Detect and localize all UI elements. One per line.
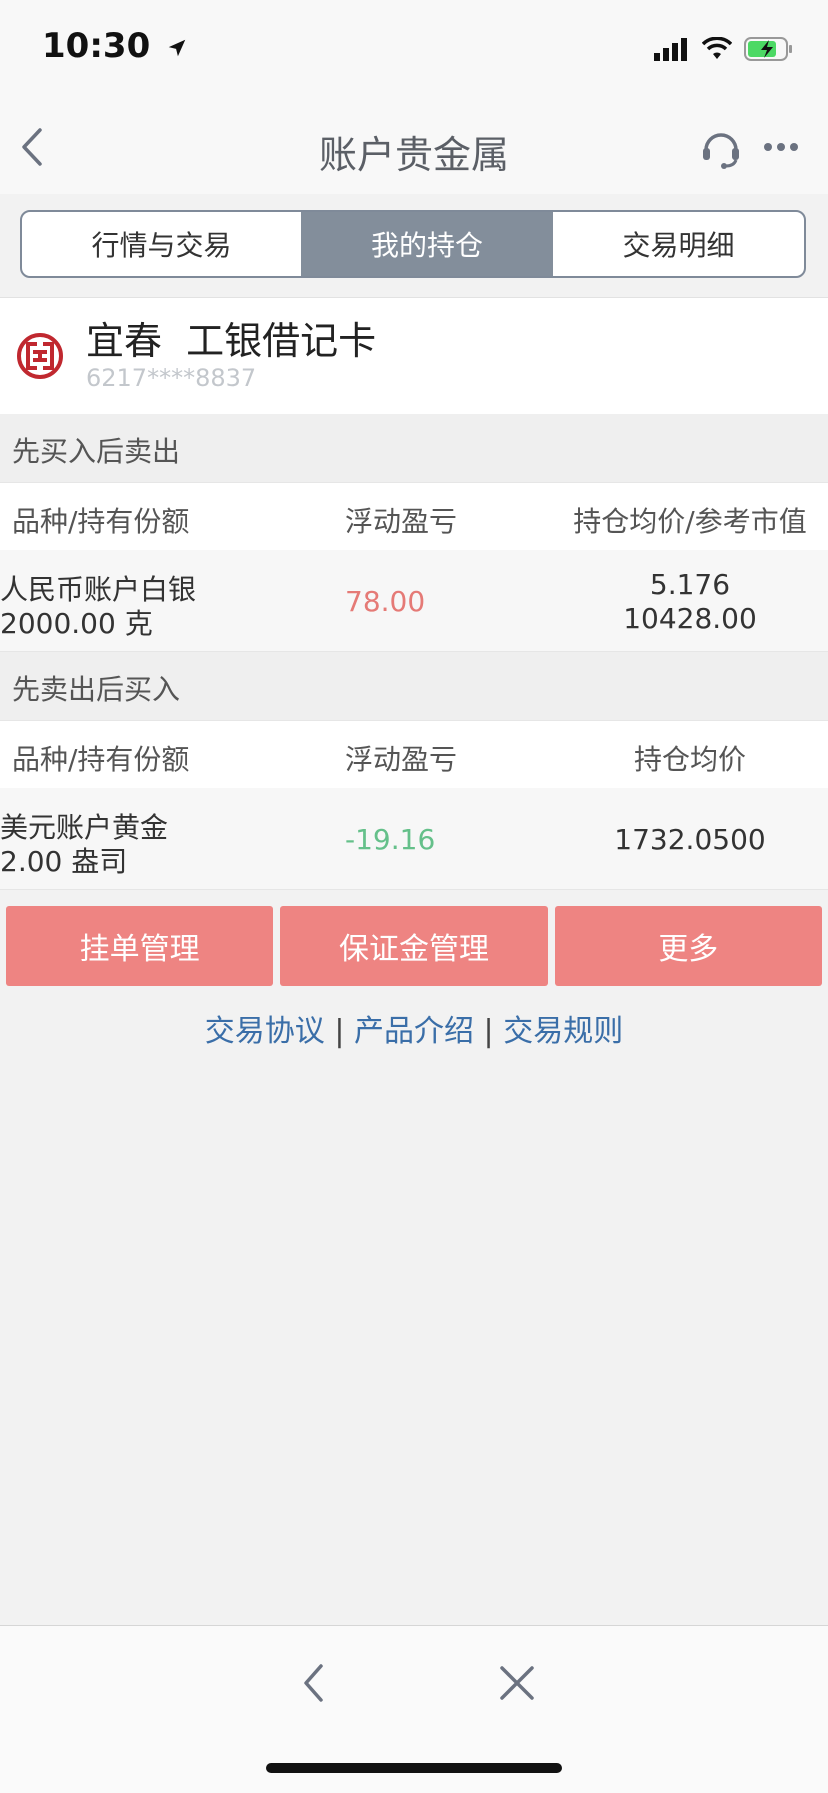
header-avg-price: 持仓均价 xyxy=(633,743,746,776)
floating-pnl: -19.16 xyxy=(345,823,436,856)
segmented-tabs: 行情与交易 我的持仓 交易明细 xyxy=(20,210,806,278)
trade-rules-link[interactable]: 交易规则 xyxy=(503,1014,623,1049)
header-product: 品种/持有份额 xyxy=(12,505,190,538)
floating-pnl: 78.00 xyxy=(345,585,426,618)
section-title-text: 先买入后卖出 xyxy=(12,435,181,468)
table-header-short: 品种/持有份额 浮动盈亏 持仓均价 xyxy=(0,720,828,789)
section-title-short: 先卖出后买入 xyxy=(0,652,828,720)
pending-order-button[interactable]: 挂单管理 xyxy=(6,906,274,986)
home-indicator[interactable] xyxy=(266,1763,562,1773)
section-title-long: 先买入后卖出 xyxy=(0,414,828,482)
tab-my-positions[interactable]: 我的持仓 xyxy=(301,212,553,276)
action-buttons: 挂单管理 保证金管理 更多 xyxy=(6,906,822,986)
nav-bar: 账户贵金属 xyxy=(0,100,828,195)
location-arrow-icon xyxy=(168,39,186,56)
holding-amount: 2.00 盎司 xyxy=(0,845,128,878)
market-value: 10428.00 xyxy=(623,602,757,635)
holding-amount: 2000.00 克 xyxy=(0,607,153,640)
wifi-icon xyxy=(702,37,732,59)
more-button[interactable]: 更多 xyxy=(554,906,822,986)
link-separator: | xyxy=(483,1014,494,1049)
tab-market-trading[interactable]: 行情与交易 xyxy=(22,212,301,276)
header-avg-market: 持仓均价/参考市值 xyxy=(573,505,807,538)
account-name: 宜春 工银借记卡 xyxy=(86,319,377,363)
tab-bar-container: 行情与交易 我的持仓 交易明细 xyxy=(0,194,828,297)
status-time: 10:30 xyxy=(42,26,188,66)
more-icon[interactable] xyxy=(756,122,806,172)
table-header-long: 品种/持有份额 浮动盈亏 持仓均价/参考市值 xyxy=(0,482,828,551)
customer-service-headset-icon[interactable] xyxy=(696,122,746,172)
table-row[interactable]: 人民币账户白银 2000.00 克 78.00 5.176 10428.00 xyxy=(0,550,828,652)
avg-price: 1732.0500 xyxy=(614,823,766,856)
icbc-bank-logo-icon xyxy=(17,333,63,379)
header-pnl: 浮动盈亏 xyxy=(345,743,458,776)
section-title-text: 先卖出后买入 xyxy=(12,673,181,706)
back-icon[interactable] xyxy=(288,1656,342,1710)
header-pnl: 浮动盈亏 xyxy=(345,505,458,538)
margin-management-button[interactable]: 保证金管理 xyxy=(280,906,548,986)
close-icon[interactable] xyxy=(490,1656,544,1710)
signal-icon xyxy=(654,38,687,61)
tab-trade-details[interactable]: 交易明细 xyxy=(553,212,804,276)
footer-links: 交易协议 | 产品介绍 | 交易规则 xyxy=(0,1006,828,1050)
header-product: 品种/持有份额 xyxy=(12,743,190,776)
battery-charging-icon xyxy=(744,37,792,61)
status-icons xyxy=(654,34,794,64)
link-separator: | xyxy=(334,1014,345,1049)
account-card[interactable]: 宜春 工银借记卡 6217****8837 xyxy=(0,297,828,415)
product-intro-link[interactable]: 产品介绍 xyxy=(354,1014,474,1049)
table-row[interactable]: 美元账户黄金 2.00 盎司 -19.16 1732.0500 xyxy=(0,788,828,890)
avg-price: 5.176 xyxy=(649,568,731,601)
card-number: 6217****8837 xyxy=(86,364,257,392)
trade-agreement-link[interactable]: 交易协议 xyxy=(205,1014,325,1049)
status-bar: 10:30 xyxy=(0,0,828,100)
